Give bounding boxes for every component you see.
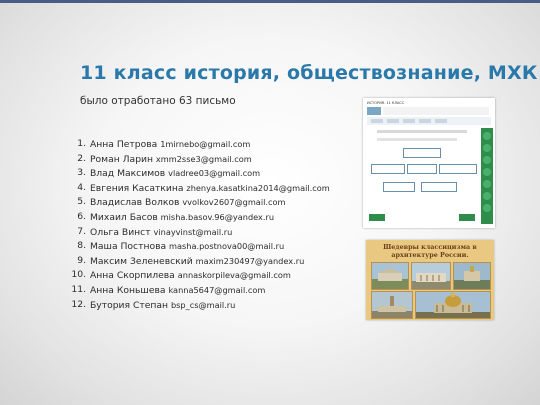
- screenshot-topic-bar: [383, 107, 489, 115]
- diagram-box: [371, 164, 405, 174]
- list-item: 12. Бутория Степан bsp_cs@mail.ru: [68, 298, 368, 313]
- student-email: vladree03@gmail.com: [168, 168, 261, 179]
- item-number: 3.: [77, 167, 86, 179]
- screenshot-question-line: [377, 138, 457, 141]
- diagram-box: [421, 182, 457, 192]
- item-number: 5.: [77, 196, 86, 208]
- sidebar-dot: [483, 156, 491, 164]
- student-list: 1. Анна Петрова 1mirnebo@gmail.com 2. Рома…: [68, 137, 368, 312]
- student-email: masha.postnova00@mail.ru: [169, 241, 285, 252]
- sidebar-dot: [483, 204, 491, 212]
- item-number: 2.: [77, 152, 86, 164]
- list-item: 7. Ольга Винст vinayvinst@mail.ru: [68, 225, 368, 240]
- diagram-box: [403, 148, 441, 158]
- item-number: 8.: [77, 240, 86, 252]
- list-item: 8. Маша Постнова masha.postnova00@mail.ru: [68, 239, 368, 254]
- student-email: annaskorpileva@gmail.com: [177, 270, 291, 281]
- student-email: bsp_cs@mail.ru: [170, 299, 236, 310]
- item-number: 11.: [71, 283, 86, 295]
- card-caption: Шедевры классицизма в архитектуре России…: [383, 243, 477, 259]
- list-item: 3. Влад Максимов vladree03@gmail.com: [68, 166, 368, 181]
- item-number: 10.: [71, 269, 86, 281]
- sidebar-dot: [483, 168, 491, 176]
- list-item: 6. Михаил Басов misha.basov.96@yandex.ru: [68, 210, 368, 225]
- diagram-box: [383, 182, 415, 192]
- screenshot-nav-button: [459, 214, 475, 221]
- student-name: Анна Скорпилева: [90, 270, 178, 282]
- student-email: kanna5647@gmail.com: [168, 284, 266, 295]
- student-name: Ольга Винст: [90, 226, 154, 238]
- list-item: 10. Анна Скорпилева annaskorpileva@gmail.…: [68, 268, 368, 283]
- student-name: Бутория Степан: [90, 299, 171, 311]
- list-item: 5. Владислав Волков vvolkov2607@gmail.com: [68, 195, 368, 210]
- screenshot-tabs: [367, 117, 491, 125]
- presentation-slide: 11 класс история, обществознание, МХК бы…: [0, 0, 540, 405]
- top-accent-line: [0, 0, 540, 3]
- student-email: misha.basov.96@yandex.ru: [160, 211, 275, 222]
- slide-title: 11 класс история, обществознание, МХК: [80, 62, 538, 84]
- student-name: Владислав Волков: [90, 197, 183, 209]
- screenshot-header: ИСТОРИЯ. 11 КЛАСС: [367, 101, 405, 105]
- student-name: Анна Петрова: [90, 139, 161, 150]
- item-number: 7.: [77, 225, 86, 237]
- architecture-photo: [453, 262, 491, 290]
- screenshot-logo-block: [367, 107, 381, 115]
- sidebar-dot: [483, 144, 491, 152]
- student-name: Анна Коньшева: [90, 284, 169, 296]
- architecture-photo: [411, 262, 451, 290]
- item-number: 4.: [77, 181, 86, 193]
- lesson-screenshot-thumbnail: ИСТОРИЯ. 11 КЛАСС: [363, 98, 495, 228]
- student-name: Евгения Касаткина: [90, 182, 187, 194]
- student-name: Роман Ларин: [90, 153, 156, 165]
- student-email: maxim230497@yandex.ru: [195, 255, 305, 266]
- diagram-box: [439, 164, 477, 174]
- list-item: 9. Максим Зеленевский maxim230497@yandex.…: [68, 254, 368, 269]
- architecture-photo: [371, 262, 409, 290]
- student-email: xmm2sse3@gmail.com: [155, 153, 252, 164]
- list-item: 11. Анна Коньшева kanna5647@gmail.com: [68, 283, 368, 298]
- item-number: 9.: [77, 254, 86, 266]
- student-name: Маша Постнова: [90, 241, 170, 253]
- student-email: zhenya.kasatkina2014@gmail.com: [186, 182, 330, 193]
- student-name: Максим Зеленевский: [90, 255, 196, 267]
- architecture-photo: [371, 291, 413, 319]
- classicism-architecture-card: Шедевры классицизма в архитектуре России…: [366, 240, 494, 320]
- list-item: 1. Анна Петрова 1mirnebo@gmail.com: [68, 137, 368, 152]
- student-name: Михаил Басов: [90, 211, 161, 223]
- diagram-box: [407, 164, 437, 174]
- item-number: 1.: [77, 138, 86, 149]
- architecture-photo: [415, 291, 491, 319]
- list-item: 4. Евгения Касаткина zhenya.kasatkina2014…: [68, 181, 368, 196]
- item-number: 12.: [71, 298, 86, 310]
- slide-subtitle: было отработано 63 письмо: [80, 95, 236, 107]
- sidebar-dot: [483, 132, 491, 140]
- screenshot-nav-button: [369, 214, 385, 221]
- student-name: Влад Максимов: [90, 168, 169, 180]
- screenshot-question-line: [377, 130, 467, 133]
- item-number: 6.: [77, 210, 86, 222]
- sidebar-dot: [483, 180, 491, 188]
- student-email: vinayvinst@mail.ru: [153, 226, 233, 237]
- student-email: vvolkov2607@gmail.com: [182, 197, 286, 208]
- list-item: 2. Роман Ларин xmm2sse3@gmail.com: [68, 152, 368, 167]
- sidebar-dot: [483, 192, 491, 200]
- student-email: 1mirnebo@gmail.com: [160, 139, 251, 149]
